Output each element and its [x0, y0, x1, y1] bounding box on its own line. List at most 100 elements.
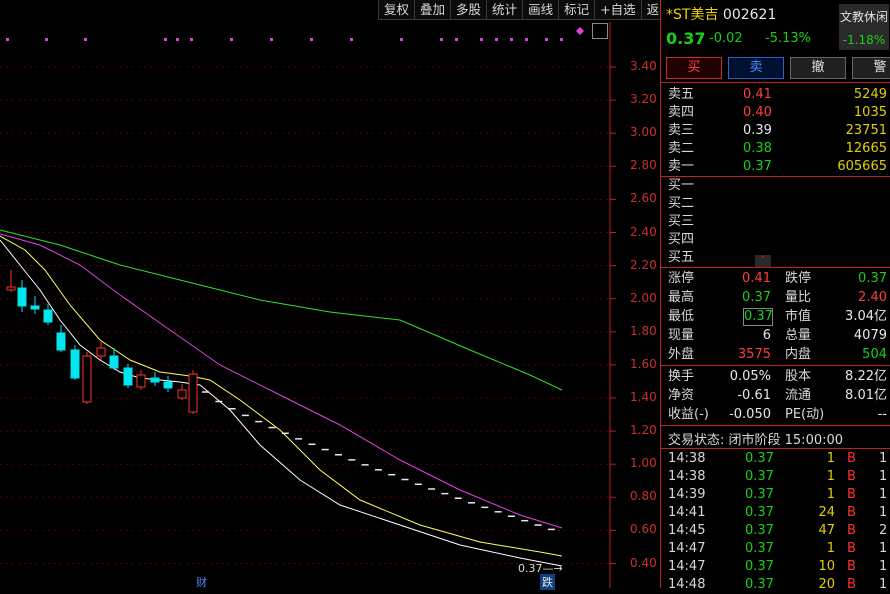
sell-button[interactable]: 卖	[728, 57, 784, 79]
price-axis-label: 1.00	[630, 456, 657, 471]
event-marker[interactable]	[190, 38, 193, 41]
stat-value: 6	[762, 328, 771, 343]
stat-row: 换手 0.05% 股本 8.22亿	[661, 367, 890, 386]
tick-side: B	[847, 469, 856, 484]
event-marker[interactable]	[400, 38, 403, 41]
stock-title: *ST美吉 002621	[666, 4, 776, 24]
event-marker[interactable]	[480, 38, 483, 41]
sector-name: 文教休闲	[839, 10, 888, 24]
toolbar-overlay-button[interactable]: 叠加	[414, 0, 451, 20]
candlestick[interactable]	[82, 355, 92, 403]
tick-row: 14:39 0.37 1 B 1	[661, 486, 890, 504]
tick-count: 2	[879, 523, 888, 538]
event-marker[interactable]	[164, 38, 167, 41]
event-marker[interactable]	[495, 38, 498, 41]
ask-label: 卖五	[668, 87, 695, 102]
toolbar-multi-stock-button[interactable]: 多股	[450, 0, 487, 20]
candlestick[interactable]	[43, 309, 53, 323]
kline-chart[interactable]: 3.40 3.20 3.00 2.80 2.60 2.40 2.20 2.00 1.80 1.60…	[0, 0, 660, 590]
event-marker[interactable]	[440, 38, 443, 41]
event-marker[interactable]	[576, 27, 584, 35]
event-marker[interactable]	[510, 38, 513, 41]
candlestick[interactable]	[109, 355, 119, 369]
tick-row: 14:38 0.37 1 B 1	[661, 450, 890, 468]
bid-row[interactable]: 买五	[661, 249, 890, 267]
event-marker[interactable]	[84, 38, 87, 41]
ask-row[interactable]: 卖二 0.38 12665	[661, 140, 890, 158]
kline-canvas[interactable]	[0, 0, 660, 588]
event-marker[interactable]	[350, 38, 353, 41]
candlestick[interactable]	[136, 374, 146, 388]
bid-row[interactable]: 买三	[661, 213, 890, 231]
ask-price: 0.41	[743, 87, 772, 102]
ask-row[interactable]: 卖三 0.39 23751	[661, 122, 890, 140]
event-marker[interactable]	[455, 38, 458, 41]
candlestick[interactable]	[188, 373, 198, 413]
cancel-order-button[interactable]: 撤	[790, 57, 846, 79]
bid-label: 买三	[668, 214, 695, 229]
stat-key: 换手	[668, 369, 695, 384]
chart-corner-box[interactable]	[592, 23, 608, 39]
price-axis-label: 1.80	[630, 323, 657, 338]
event-marker[interactable]	[560, 38, 563, 41]
tick-volume: 47	[818, 523, 835, 538]
event-marker[interactable]	[310, 38, 313, 41]
divider	[661, 448, 890, 449]
candlestick[interactable]	[56, 332, 66, 351]
event-marker[interactable]	[270, 38, 273, 41]
candlestick[interactable]	[150, 377, 160, 383]
bid-row[interactable]: 买一	[661, 177, 890, 195]
candlestick[interactable]	[163, 381, 173, 389]
event-marker[interactable]	[45, 38, 48, 41]
buy-button[interactable]: 买	[666, 57, 722, 79]
tick-price: 0.37	[745, 523, 774, 538]
candlestick[interactable]	[123, 367, 133, 386]
tick-row: 14:41 0.37 24 B 1	[661, 504, 890, 522]
bid-row[interactable]: 买四	[661, 231, 890, 249]
event-marker[interactable]	[525, 38, 528, 41]
toolbar-fuquan-button[interactable]: 复权	[378, 0, 415, 20]
alert-button[interactable]: 警	[852, 57, 890, 79]
candlestick[interactable]	[96, 347, 106, 357]
stat-value: -0.61	[737, 388, 771, 403]
stat-value: 0.37	[743, 308, 773, 326]
collapse-orderbook-button[interactable]: ⌃	[755, 255, 771, 267]
ask-row[interactable]: 卖一 0.37 605665	[661, 158, 890, 176]
candlestick[interactable]	[177, 389, 187, 399]
price-axis-label: 2.60	[630, 191, 657, 206]
ask-volume: 12665	[845, 141, 887, 156]
tick-row: 14:38 0.37 1 B 1	[661, 468, 890, 486]
candlestick[interactable]	[6, 286, 16, 291]
ask-row[interactable]: 卖四 0.40 1035	[661, 104, 890, 122]
toolbar-mark-button[interactable]: 标记	[558, 0, 595, 20]
event-marker[interactable]	[6, 38, 9, 41]
candlestick[interactable]	[17, 287, 27, 307]
stat-value: 0.41	[742, 271, 771, 286]
ask-volume: 605665	[837, 159, 887, 174]
stat-value: -0.050	[729, 407, 771, 422]
price-axis-label: 2.40	[630, 224, 657, 239]
divider	[661, 425, 890, 426]
stat-value: 0.37	[858, 271, 887, 286]
candlestick[interactable]	[70, 349, 80, 379]
toolbar-stats-button[interactable]: 统计	[486, 0, 523, 20]
event-marker[interactable]	[176, 38, 179, 41]
toolbar-draw-button[interactable]: 画线	[522, 0, 559, 20]
toolbar-add-watchlist-button[interactable]: +自选	[594, 0, 641, 20]
candlestick[interactable]	[30, 305, 40, 310]
stat-row: 最低 0.37 市值 3.04亿	[661, 307, 890, 326]
bid-row[interactable]: 买二	[661, 195, 890, 213]
stat-key: PE(动)	[785, 407, 825, 422]
tick-volume: 1	[826, 469, 835, 484]
stat-value: --	[877, 407, 887, 422]
event-marker[interactable]	[230, 38, 233, 41]
sector-widget[interactable]: 文教休闲 -1.18%	[839, 4, 889, 50]
tick-time: 14:39	[668, 487, 706, 502]
tick-volume: 1	[826, 487, 835, 502]
event-marker[interactable]	[545, 38, 548, 41]
ask-price: 0.37	[743, 159, 772, 174]
stat-key: 量比	[785, 290, 812, 305]
bid-label: 买二	[668, 196, 695, 211]
ask-label: 卖三	[668, 123, 695, 138]
ask-row[interactable]: 卖五 0.41 5249	[661, 86, 890, 104]
